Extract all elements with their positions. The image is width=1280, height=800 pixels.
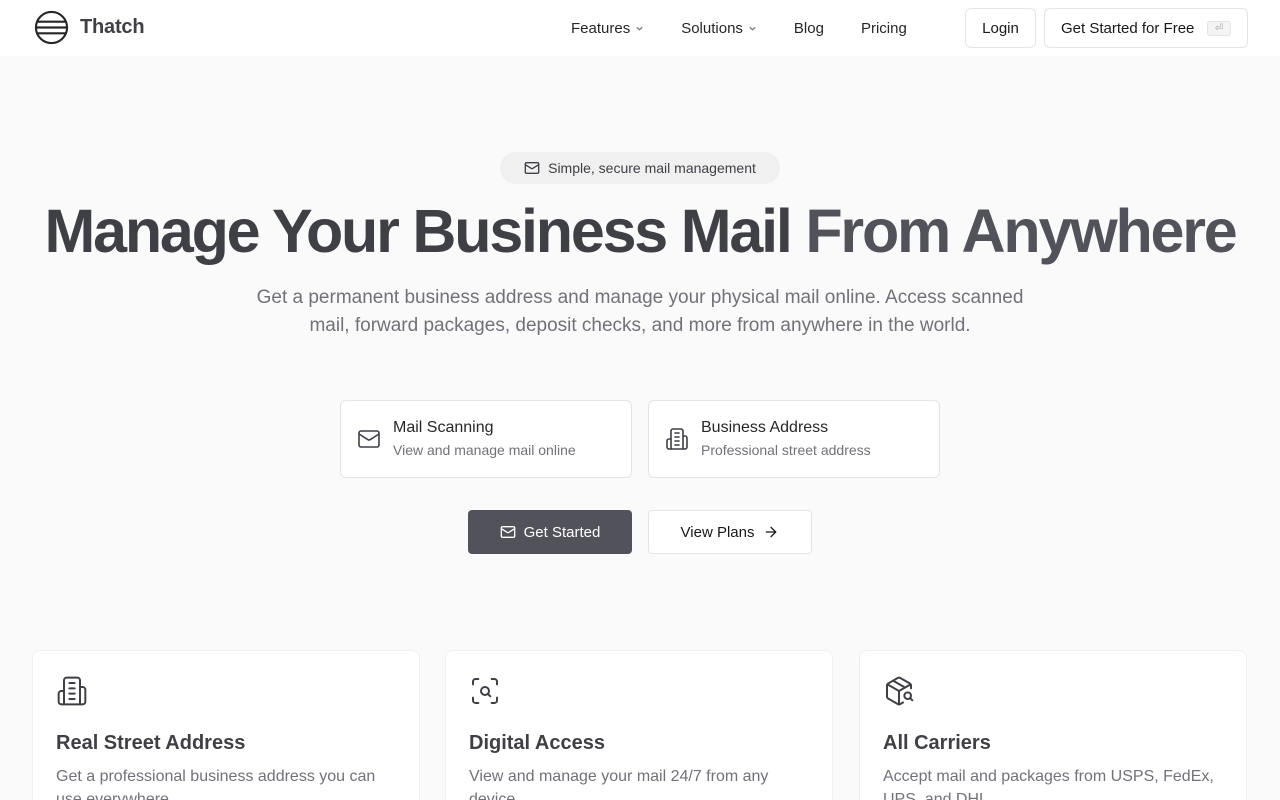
card-real-street-address: Real Street Address Get a professional b… <box>32 650 420 800</box>
mail-icon <box>358 430 380 448</box>
building-icon <box>666 428 688 450</box>
get-started-button[interactable]: Get Started <box>468 510 632 554</box>
card-title: All Carriers <box>883 732 991 754</box>
hero-subtitle: Get a permanent business address and man… <box>256 287 1024 336</box>
mail-icon <box>500 526 515 538</box>
view-plans-button[interactable]: View Plans <box>648 510 812 554</box>
enter-key-icon: ⏎ <box>1207 21 1231 36</box>
arrow-right-icon <box>766 526 777 538</box>
hero-headline-accent: From Anywhere <box>805 197 1237 265</box>
hero-headline: Manage Your Business Mail From Anywhere <box>0 196 1280 266</box>
get-started-label: Get Started <box>523 523 601 541</box>
nav-features-dropdown[interactable]: Features <box>571 20 644 37</box>
mail-icon <box>524 162 540 174</box>
get-started-free-button[interactable]: Get Started for Free ⏎ <box>1044 8 1248 48</box>
feature-card-title: Business Address <box>701 419 829 436</box>
feature-card-subtitle: View and manage mail online <box>393 442 576 458</box>
card-text: Get a professional business address you … <box>56 768 376 800</box>
top-navbar: Thatch Features Solutions Blog Pricing L… <box>0 0 1280 56</box>
package-search-icon <box>886 676 914 706</box>
feature-card-mail-scanning[interactable]: Mail Scanning View and manage mail onlin… <box>340 400 632 478</box>
nav-pricing-link[interactable]: Pricing <box>861 20 907 37</box>
nav-features-label: Features <box>571 19 631 37</box>
thatch-logo-icon <box>34 10 69 45</box>
hero-headline-primary: Manage Your Business Mail <box>44 197 792 265</box>
feature-card-title: Mail Scanning <box>393 419 494 436</box>
chevron-down-icon <box>636 26 643 31</box>
view-plans-label: View Plans <box>680 523 755 541</box>
card-text: Accept mail and packages from USPS, FedE… <box>883 768 1214 800</box>
card-text: View and manage your mail 24/7 from any … <box>469 768 769 800</box>
brand-link[interactable]: Thatch <box>34 10 145 45</box>
chevron-down-icon <box>749 26 756 31</box>
card-all-carriers: All Carriers Accept mail and packages fr… <box>859 650 1247 800</box>
building-icon <box>57 676 87 706</box>
card-title: Digital Access <box>469 732 605 754</box>
get-started-free-label: Get Started for Free <box>1061 19 1195 37</box>
card-digital-access: Digital Access View and manage your mail… <box>445 650 833 800</box>
scan-search-icon <box>472 678 498 704</box>
hero-badge: Simple, secure mail management <box>500 152 780 184</box>
login-button[interactable]: Login <box>965 8 1036 48</box>
brand-name: Thatch <box>80 16 145 38</box>
nav-solutions-dropdown[interactable]: Solutions <box>681 20 757 37</box>
feature-card-subtitle: Professional street address <box>701 442 871 458</box>
nav-pricing-label: Pricing <box>860 19 907 37</box>
hero-badge-label: Simple, secure mail management <box>548 160 756 176</box>
nav-links: Features Solutions Blog Pricing <box>571 0 907 56</box>
card-title: Real Street Address <box>56 732 246 754</box>
feature-card-business-address[interactable]: Business Address Professional street add… <box>648 400 940 478</box>
nav-blog-label: Blog <box>793 19 824 37</box>
nav-blog-link[interactable]: Blog <box>794 20 824 37</box>
nav-solutions-label: Solutions <box>681 19 743 37</box>
